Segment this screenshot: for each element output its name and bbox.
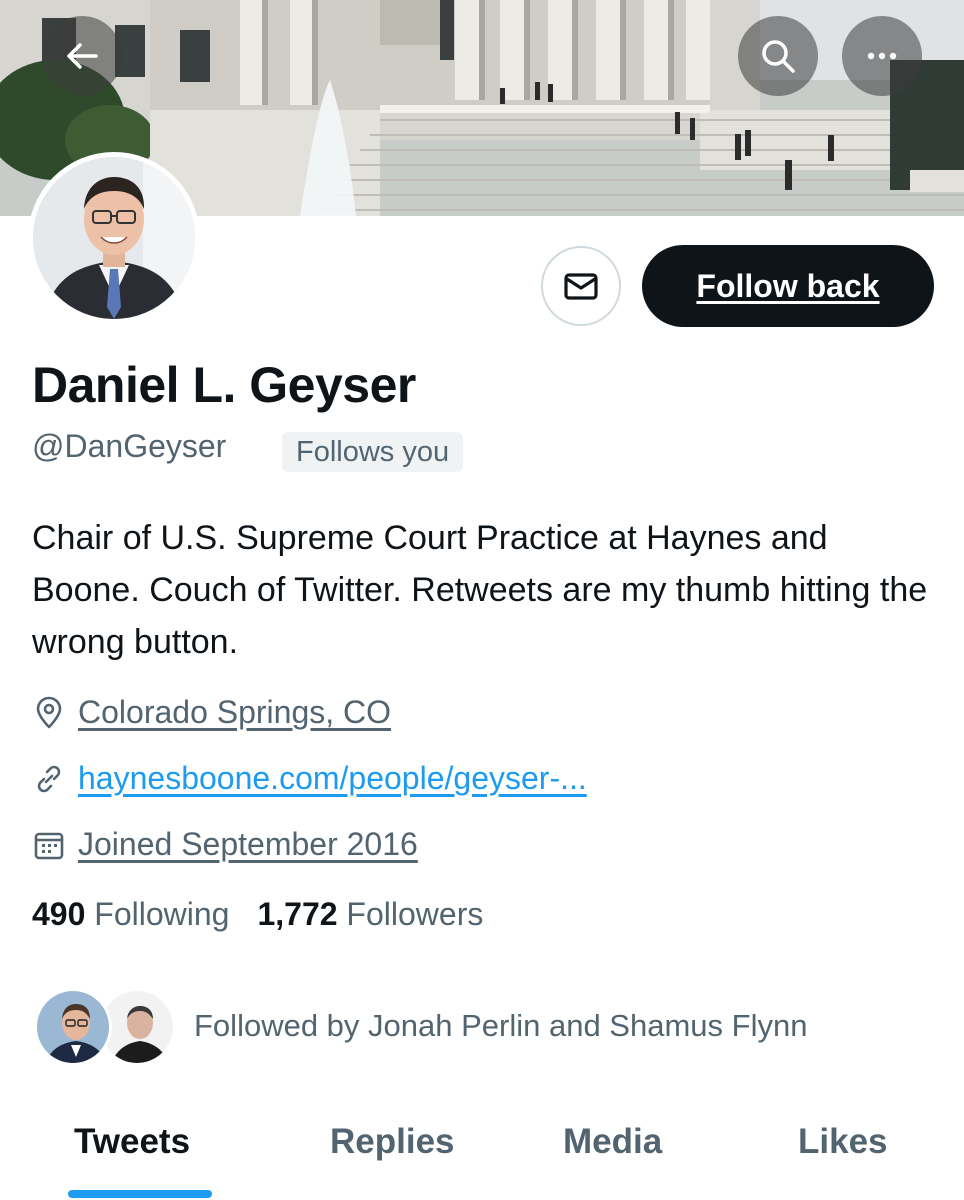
active-tab-indicator bbox=[68, 1190, 212, 1198]
following-count: 490 bbox=[32, 896, 86, 932]
followers-count: 1,772 bbox=[257, 896, 338, 932]
message-button[interactable] bbox=[541, 246, 621, 326]
tab-likes[interactable]: Likes bbox=[798, 1122, 888, 1162]
tab-replies[interactable]: Replies bbox=[330, 1122, 455, 1162]
profile-name: Daniel L. Geyser bbox=[32, 357, 416, 413]
follow-back-button[interactable]: Follow back bbox=[642, 245, 934, 327]
tab-tweets[interactable]: Tweets bbox=[74, 1122, 190, 1162]
location-pin-icon bbox=[32, 696, 66, 730]
location-row: Colorado Springs, CO bbox=[32, 694, 391, 731]
more-horizontal-icon bbox=[867, 52, 897, 60]
profile-avatar[interactable] bbox=[28, 152, 200, 324]
calendar-icon bbox=[32, 828, 66, 862]
location-link[interactable]: Colorado Springs, CO bbox=[78, 694, 391, 731]
arrow-left-icon bbox=[67, 43, 98, 69]
profile-handle: @DanGeyser bbox=[32, 428, 227, 464]
joined-row: Joined September 2016 bbox=[32, 826, 418, 863]
link-icon bbox=[32, 762, 66, 796]
envelope-icon bbox=[564, 273, 598, 300]
website-link[interactable]: haynesboone.com/people/geyser-... bbox=[78, 760, 587, 797]
more-button[interactable] bbox=[842, 16, 922, 96]
follower-avatar-1 bbox=[34, 988, 112, 1066]
follow-stats: 490 Following 1,772 Followers bbox=[32, 896, 483, 933]
search-icon bbox=[762, 40, 795, 73]
joined-date: Joined September 2016 bbox=[78, 826, 418, 862]
back-button[interactable] bbox=[42, 16, 122, 96]
followed-by-text: Followed by Jonah Perlin and Shamus Flyn… bbox=[194, 1008, 808, 1043]
profile-bio: Chair of U.S. Supreme Court Practice at … bbox=[32, 519, 928, 661]
website-row: haynesboone.com/people/geyser-... bbox=[32, 760, 587, 797]
follow-back-label: Follow back bbox=[696, 267, 880, 304]
followers-stat[interactable]: 1,772 Followers bbox=[257, 896, 483, 933]
following-stat[interactable]: 490 Following bbox=[32, 896, 229, 933]
followers-label: Followers bbox=[346, 896, 484, 932]
search-button[interactable] bbox=[738, 16, 818, 96]
follows-you-badge: Follows you bbox=[282, 432, 464, 472]
following-label: Following bbox=[94, 896, 230, 932]
avatar-photo bbox=[33, 157, 195, 319]
profile-tabs: Tweets Replies Media Likes bbox=[0, 1110, 964, 1200]
tab-media[interactable]: Media bbox=[563, 1122, 662, 1162]
